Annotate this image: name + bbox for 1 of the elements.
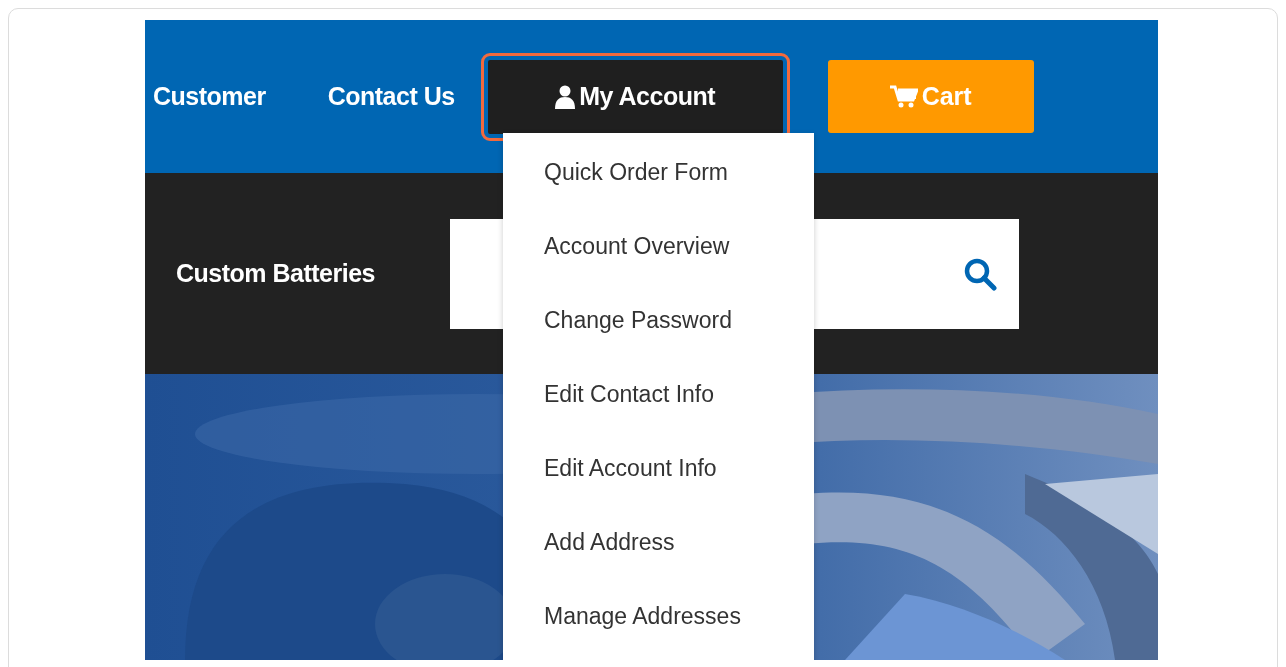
category-label: Custom Batteries [176,257,375,289]
